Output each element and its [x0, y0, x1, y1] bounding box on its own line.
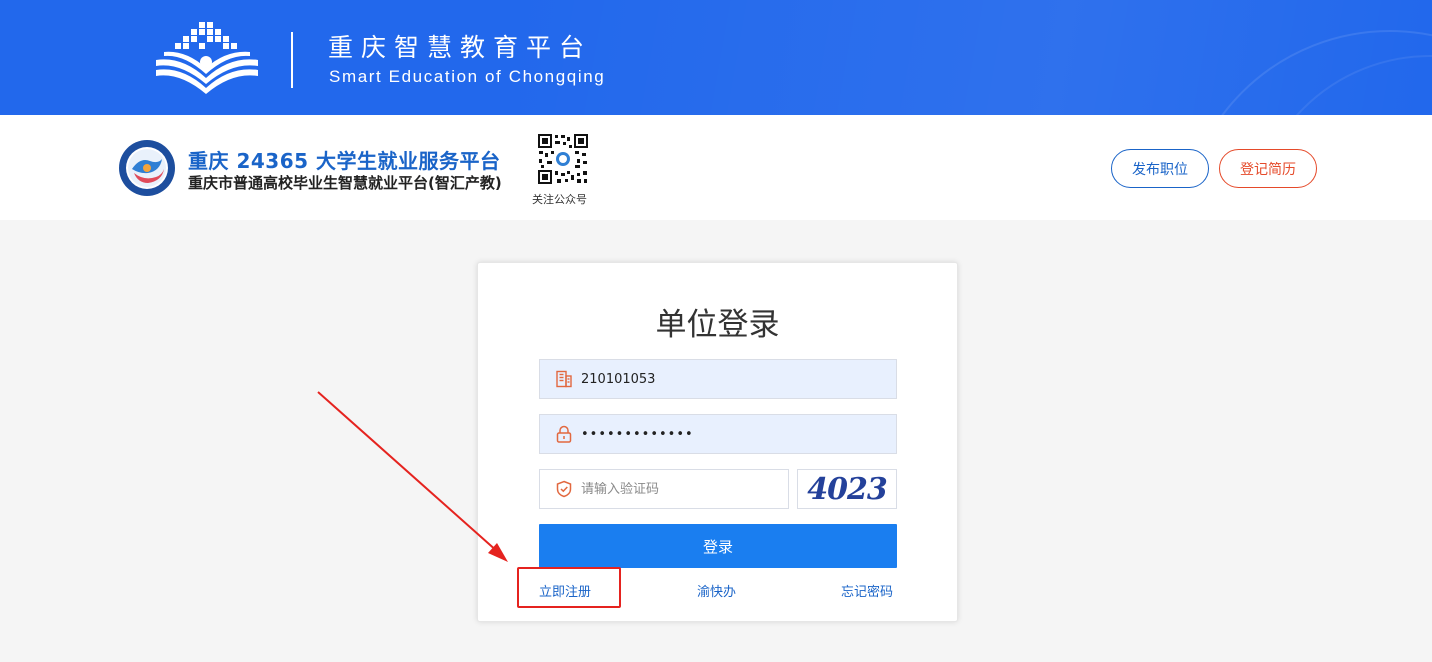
password-field[interactable]: ••••••••••••• — [539, 414, 897, 454]
forgot-password-link[interactable]: 忘记密码 — [841, 581, 893, 600]
banner-title: 重庆智慧教育平台 — [328, 33, 593, 62]
banner-subtitle: Smart Education of Chongqing — [329, 67, 606, 86]
smart-education-logo-icon — [156, 22, 258, 94]
qr-code-icon — [537, 133, 589, 185]
qr-caption: 关注公众号 — [532, 193, 587, 206]
login-button[interactable]: 登录 — [539, 524, 897, 568]
account-field[interactable]: 210101053 — [539, 359, 897, 399]
register-link[interactable]: 立即注册 — [539, 581, 591, 600]
account-value: 210101053 — [581, 371, 656, 387]
captcha-image[interactable]: 4023 — [797, 469, 897, 509]
shield-check-icon — [553, 478, 575, 500]
building-icon — [553, 368, 575, 390]
login-card: 单位登录 210101053 ••••••••••••• 请输入验证码 4023… — [477, 262, 958, 622]
captcha-field[interactable] — [539, 469, 789, 509]
platform-emblem-icon — [119, 140, 175, 196]
yukuaiban-link[interactable]: 渝快办 — [697, 581, 736, 600]
site-subtitle: 重庆市普通高校毕业生智慧就业平台(智汇产教) — [188, 174, 502, 192]
captcha-text: 4023 — [807, 471, 887, 507]
banner-divider — [291, 32, 293, 88]
top-banner: 重庆智慧教育平台 Smart Education of Chongqing — [0, 0, 1432, 115]
post-job-button[interactable]: 发布职位 — [1111, 149, 1209, 188]
captcha-input[interactable] — [581, 481, 771, 497]
password-value: ••••••••••••• — [581, 426, 694, 442]
register-resume-button[interactable]: 登记简历 — [1219, 149, 1317, 188]
site-title: 重庆 24365 大学生就业服务平台 — [188, 149, 501, 173]
login-title: 单位登录 — [655, 307, 780, 343]
site-header: 重庆 24365 大学生就业服务平台 重庆市普通高校毕业生智慧就业平台(智汇产教… — [0, 115, 1432, 220]
lock-icon — [553, 423, 575, 445]
